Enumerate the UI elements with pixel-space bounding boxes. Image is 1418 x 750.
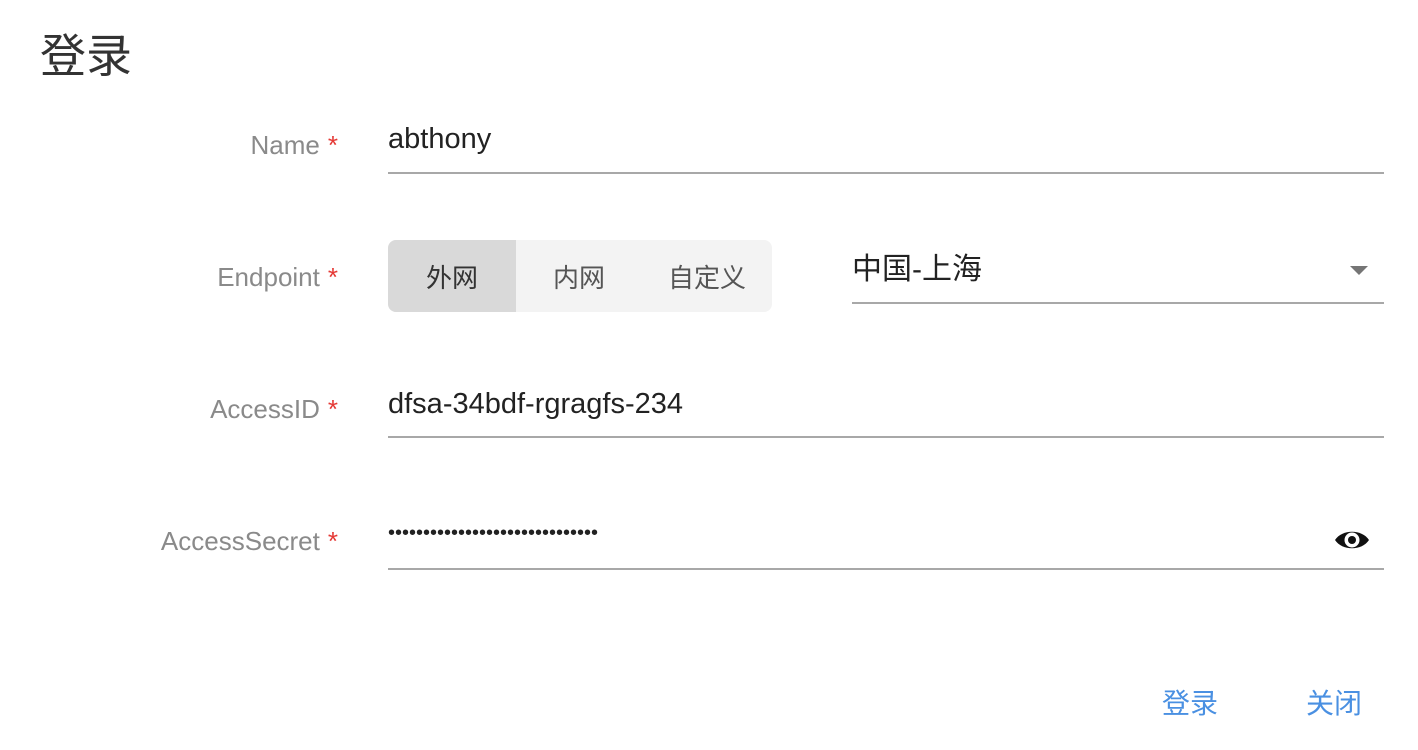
access-secret-label: AccessSecret * <box>161 526 338 556</box>
endpoint-label: Endpoint * <box>217 262 338 292</box>
access-id-label-text: AccessID <box>210 394 320 424</box>
name-required-mark: * <box>327 130 338 160</box>
region-select[interactable]: 中国-上海 <box>852 246 1384 304</box>
region-select-value: 中国-上海 <box>852 253 982 286</box>
access-id-field[interactable]: dfsa-34bdf-rgragfs-234 <box>388 387 683 421</box>
access-secret-label-text: AccessSecret <box>160 526 320 556</box>
endpoint-option-internal[interactable]: 内网 <box>516 240 642 312</box>
name-label-text: Name <box>250 130 320 160</box>
name-field-underline <box>388 172 1384 174</box>
dropdown-arrow-icon <box>1350 266 1368 275</box>
endpoint-required-mark: * <box>327 262 338 292</box>
access-id-field-underline <box>388 436 1384 438</box>
access-id-required-mark: * <box>327 394 338 424</box>
region-select-underline <box>852 302 1384 304</box>
login-dialog: 登录 Name * abthony Endpoint * 外网 内网 自定义 中国-… <box>0 0 1418 750</box>
name-field[interactable]: abthony <box>388 122 491 156</box>
eye-icon[interactable] <box>1332 525 1372 555</box>
endpoint-option-external[interactable]: 外网 <box>388 240 516 312</box>
endpoint-option-custom[interactable]: 自定义 <box>642 240 772 312</box>
access-secret-required-mark: * <box>327 526 338 556</box>
access-id-label: AccessID * <box>210 394 338 424</box>
access-secret-field[interactable]: •••••••••••••••••••••••••••••• <box>388 516 598 550</box>
endpoint-label-text: Endpoint <box>217 262 320 292</box>
login-button[interactable]: 登录 <box>1162 684 1218 724</box>
close-button[interactable]: 关闭 <box>1306 684 1362 724</box>
name-label: Name * <box>251 130 338 160</box>
dialog-title: 登录 <box>40 30 132 82</box>
endpoint-network-toggle: 外网 内网 自定义 <box>388 240 772 312</box>
access-secret-field-underline <box>388 568 1384 570</box>
